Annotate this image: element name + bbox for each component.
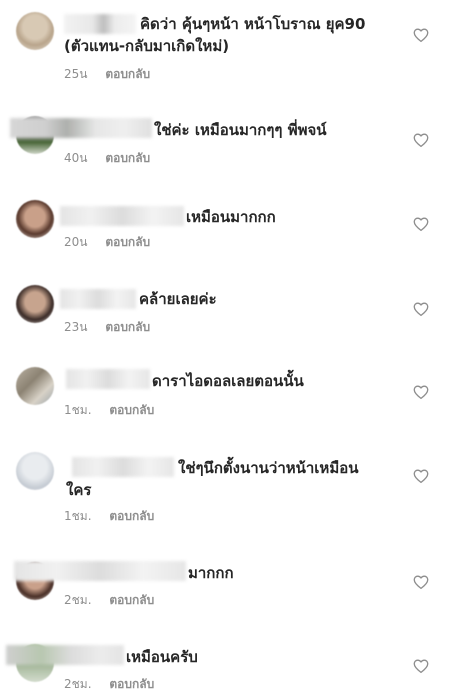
comment-text: ใช่ค่ะ เหมือนมากๆๆ พี่พจน์ — [154, 121, 327, 139]
avatar[interactable] — [16, 200, 54, 238]
like-button[interactable] — [412, 215, 430, 233]
comment-time: 1ชม. — [64, 509, 92, 523]
comment-time: 20น — [64, 235, 88, 249]
reply-button[interactable]: ตอบกลับ — [105, 234, 150, 250]
avatar[interactable] — [16, 452, 54, 490]
username-redacted[interactable] — [66, 369, 150, 389]
like-button[interactable] — [412, 26, 430, 44]
comment-time: 1ชม. — [64, 403, 92, 417]
heart-outline-icon — [413, 28, 429, 43]
reply-button[interactable]: ตอบกลับ — [109, 676, 154, 692]
reply-button[interactable]: ตอบกลับ — [105, 319, 150, 335]
comment-meta: 1ชม. ตอบกลับ — [64, 402, 154, 418]
comment-text: ดาราไอดอลเลยตอนนั้น — [152, 372, 304, 390]
heart-outline-icon — [413, 133, 429, 148]
comment-meta: 25น ตอบกลับ — [64, 66, 150, 82]
comment-meta: 20น ตอบกลับ — [64, 234, 150, 250]
comment-text: คล้ายเลยค่ะ — [139, 290, 217, 308]
comment-text-line2: ใคร — [66, 481, 92, 499]
comment-text: คิดว่า คุ้นๆหน้า หน้าโบราณ ยุค90 — [140, 15, 366, 33]
like-button[interactable] — [412, 300, 430, 318]
like-button[interactable] — [412, 573, 430, 591]
heart-outline-icon — [413, 302, 429, 317]
username-redacted[interactable] — [64, 14, 136, 34]
comment-meta: 1ชม. ตอบกลับ — [64, 508, 154, 524]
comment-time: 23น — [64, 320, 88, 334]
avatar[interactable] — [16, 367, 54, 405]
like-button[interactable] — [412, 467, 430, 485]
comment-text: มากกก — [188, 564, 234, 582]
comment-time: 25น — [64, 67, 88, 81]
reply-button[interactable]: ตอบกลับ — [109, 508, 154, 524]
comment-text: ใช่ๆนึกตั้งนานว่าหน้าเหมือน — [178, 459, 359, 477]
username-redacted[interactable] — [6, 645, 124, 665]
avatar[interactable] — [16, 12, 54, 50]
reply-button[interactable]: ตอบกลับ — [105, 150, 150, 166]
username-redacted[interactable] — [14, 561, 186, 581]
like-button[interactable] — [412, 383, 430, 401]
heart-outline-icon — [413, 217, 429, 232]
comment-meta: 2ชม. ตอบกลับ — [64, 676, 154, 692]
comment-meta: 2ชม. ตอบกลับ — [64, 592, 154, 608]
like-button[interactable] — [412, 131, 430, 149]
heart-outline-icon — [413, 575, 429, 590]
username-redacted[interactable] — [60, 289, 136, 309]
reply-button[interactable]: ตอบกลับ — [109, 402, 154, 418]
reply-button[interactable]: ตอบกลับ — [109, 592, 154, 608]
heart-outline-icon — [413, 385, 429, 400]
comment-text: เหมือนครับ — [126, 648, 198, 666]
like-button[interactable] — [412, 657, 430, 675]
comment-meta: 40น ตอบกลับ — [64, 150, 150, 166]
username-redacted[interactable] — [60, 206, 184, 226]
comment-text: เหมือนมากกก — [186, 208, 276, 226]
username-redacted[interactable] — [10, 118, 152, 138]
comment-time: 2ชม. — [64, 593, 92, 607]
comment-time: 2ชม. — [64, 677, 92, 691]
heart-outline-icon — [413, 469, 429, 484]
comment-time: 40น — [64, 151, 88, 165]
username-redacted[interactable] — [72, 457, 174, 477]
reply-button[interactable]: ตอบกลับ — [105, 66, 150, 82]
heart-outline-icon — [413, 659, 429, 674]
comment-meta: 23น ตอบกลับ — [64, 319, 150, 335]
comment-text-line2: (ตัวแทน-กลับมาเกิดใหม่) — [64, 37, 230, 55]
comments-list: คิดว่า คุ้นๆหน้า หน้าโบราณ ยุค90 (ตัวแทน… — [0, 0, 456, 696]
avatar[interactable] — [16, 285, 54, 323]
